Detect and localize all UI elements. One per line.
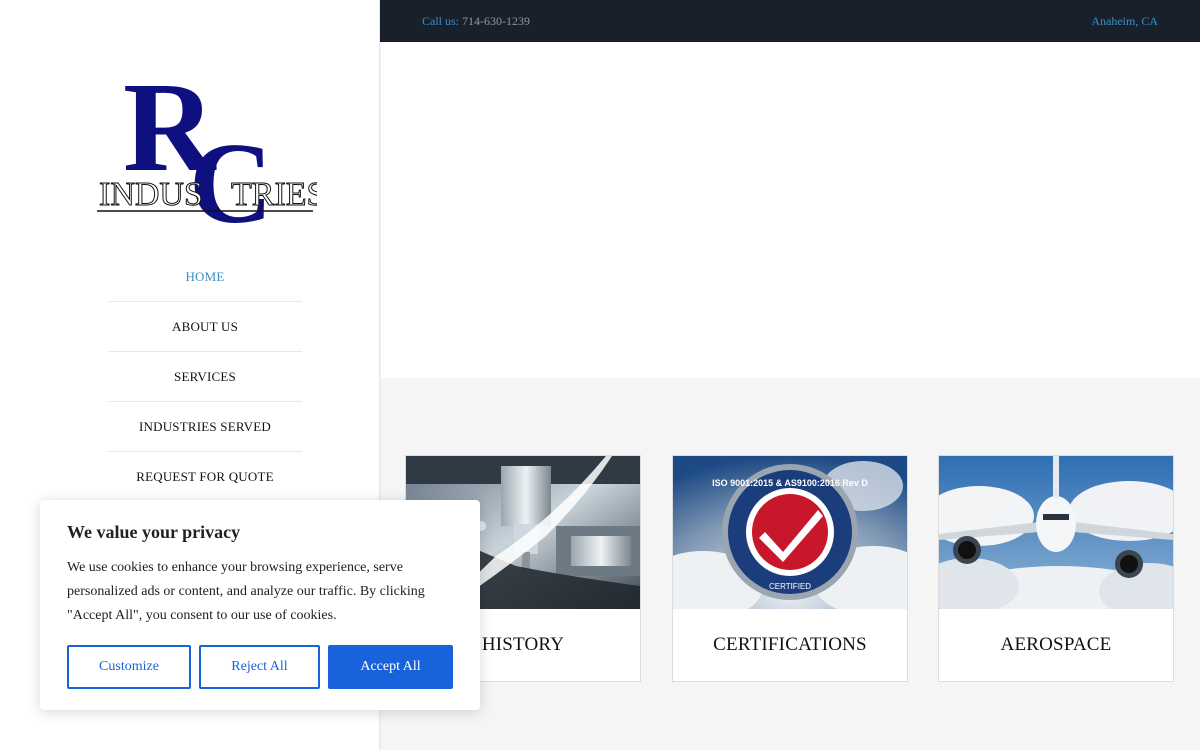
call-label: Call us: <box>422 14 460 28</box>
card-aerospace[interactable]: AEROSPACE <box>938 455 1174 682</box>
top-bar: Call us: 714-630-1239 Anaheim, CA <box>380 0 1200 42</box>
logo-c-letter: C <box>189 120 273 230</box>
card-certifications-label[interactable]: CERTIFICATIONS <box>673 609 907 681</box>
location-link[interactable]: Anaheim, CA <box>1091 14 1158 29</box>
seal-sub-text: CERTIFIED <box>769 582 811 591</box>
iso-certified-seal-image: ISO 9001:2015 & AS9100:2016 Rev D CERTIF… <box>673 456 907 609</box>
airplane-clouds-image <box>939 456 1173 609</box>
seal-ring-text: ISO 9001:2015 & AS9100:2016 Rev D <box>712 478 868 488</box>
main-nav: HOME ABOUT US SERVICES INDUSTRIES SERVED… <box>108 252 302 502</box>
cookie-body: We use cookies to enhance your browsing … <box>67 560 425 623</box>
phone-number[interactable]: 714-630-1239 <box>462 14 530 28</box>
logo-wordmark: INDUS <box>99 176 203 213</box>
call-us[interactable]: Call us: 714-630-1239 <box>422 14 530 29</box>
hero-area <box>381 42 1200 378</box>
rc-industries-logo[interactable]: R C INDUS TRIES <box>95 56 326 248</box>
svg-text:TRIES: TRIES <box>231 176 317 213</box>
nav-item-request-for-quote[interactable]: REQUEST FOR QUOTE <box>108 452 302 502</box>
cookie-consent-banner: We value your privacy We use cookies to … <box>40 500 480 710</box>
nav-item-industries-served[interactable]: INDUSTRIES SERVED <box>108 402 302 452</box>
card-aerospace-label[interactable]: AEROSPACE <box>939 609 1173 681</box>
card-certifications[interactable]: ISO 9001:2015 & AS9100:2016 Rev D CERTIF… <box>672 455 908 682</box>
feature-cards: HISTORY ISO 9001:2015 & AS9100:2016 Rev … <box>381 378 1200 750</box>
nav-item-services[interactable]: SERVICES <box>108 352 302 402</box>
cookie-title: We value your privacy <box>67 522 241 542</box>
nav-item-about-us[interactable]: ABOUT US <box>108 302 302 352</box>
reject-all-button[interactable]: Reject All <box>199 645 320 689</box>
nav-item-home[interactable]: HOME <box>108 252 302 302</box>
customize-button[interactable]: Customize <box>67 645 191 689</box>
accept-all-button[interactable]: Accept All <box>328 645 453 689</box>
